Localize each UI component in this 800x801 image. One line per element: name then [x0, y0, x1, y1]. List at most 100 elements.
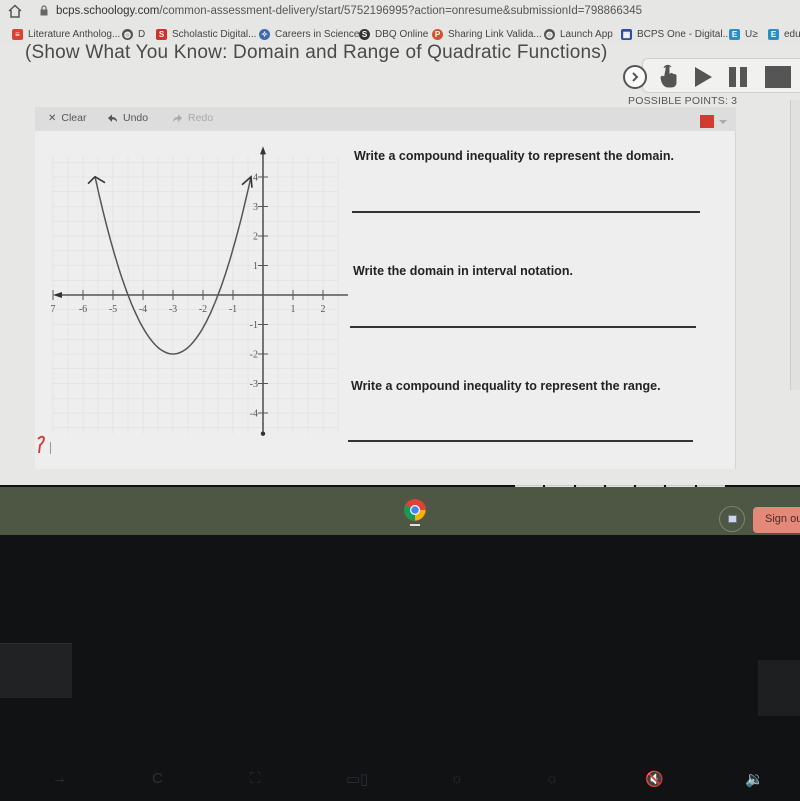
- bookmark-edu[interactable]: E edu: [768, 27, 800, 41]
- keyboard-key: [0, 643, 72, 698]
- lock-icon: [40, 5, 48, 16]
- text-cursor: [50, 442, 51, 454]
- bookmark-u[interactable]: E U≥: [729, 27, 758, 41]
- y-axis-end-point: [260, 431, 266, 436]
- bookmark-d[interactable]: ◍ D: [122, 27, 145, 41]
- chevron-right-icon: [632, 72, 639, 82]
- y-tick-label: -2: [250, 350, 258, 361]
- bookmark-scholastic[interactable]: S Scholastic Digital...: [156, 27, 256, 41]
- pause-icon[interactable]: [728, 67, 748, 87]
- toolbar-expand-button[interactable]: [623, 65, 647, 89]
- laptop-bezel: [0, 535, 800, 801]
- play-icon[interactable]: [693, 66, 713, 88]
- e-icon: E: [768, 28, 779, 40]
- bookmark-bcps-one[interactable]: ▦ BCPS One - Digital...: [621, 27, 731, 41]
- careers-icon: ✧: [259, 28, 270, 40]
- redo-icon: [173, 114, 182, 122]
- running-app-indicator: [410, 524, 420, 526]
- pen-color-swatch[interactable]: [700, 115, 714, 128]
- question-2-prompt: Write the domain in interval notation.: [353, 264, 573, 278]
- url-host: bcps.schoology.com: [56, 5, 160, 17]
- question-2-answer-line[interactable]: [350, 326, 696, 328]
- bookmark-label: Launch App: [560, 28, 613, 40]
- quadratic-graph: 7 -6 -5 -4 -3 -2 -1 1 2 -4 -3 -2 -1 1 2 3 4: [51, 146, 348, 436]
- screen: bcps.schoology.com/common-assessment-del…: [0, 0, 800, 801]
- bcps-icon: ▦: [621, 28, 632, 40]
- possible-points: POSSIBLE POINTS: 3: [628, 95, 738, 107]
- literature-icon: ≡: [12, 28, 23, 40]
- sign-out-button[interactable]: Sign out: [753, 507, 800, 533]
- y-tick-label: -1: [250, 320, 258, 331]
- bookmark-label: D: [138, 28, 146, 40]
- x-tick-label: 7: [51, 304, 56, 315]
- redo-button[interactable]: Redo: [172, 112, 213, 124]
- globe-icon: ◍: [544, 28, 555, 40]
- assessment-title: (Show What You Know: Domain and Range of…: [25, 42, 608, 63]
- undo-icon: [108, 114, 117, 122]
- refresh-key-icon: C: [152, 770, 163, 787]
- text-to-speech-toolbar: [642, 58, 800, 93]
- bookmark-label: U≥: [745, 28, 758, 40]
- undo-button[interactable]: Undo: [107, 112, 148, 124]
- x-tick-label: -4: [139, 304, 147, 315]
- stop-icon[interactable]: [765, 66, 791, 88]
- mute-key-icon: 🔇: [645, 771, 664, 788]
- status-tray-button[interactable]: [719, 506, 745, 532]
- chevron-down-icon[interactable]: [719, 120, 727, 124]
- keyboard-key: [758, 660, 800, 716]
- fullscreen-key-icon: ⛶: [250, 770, 261, 787]
- forward-key-icon: →: [52, 770, 67, 787]
- y-tick-label: -4: [250, 409, 258, 420]
- close-icon: ✕: [48, 112, 57, 124]
- pen-mark: [37, 435, 45, 454]
- x-tick-label: -6: [79, 304, 87, 315]
- brightness-up-key-icon: ☼: [545, 770, 559, 787]
- bookmark-sharing-link[interactable]: P Sharing Link Valida...: [432, 27, 542, 41]
- clear-label: Clear: [61, 112, 87, 124]
- volume-key-icon: 🔉: [745, 771, 764, 788]
- x-tick-label: -5: [109, 304, 117, 315]
- question-3-answer-line[interactable]: [348, 440, 693, 442]
- bookmark-label: Scholastic Digital...: [172, 28, 257, 40]
- bookmark-label: Sharing Link Valida...: [448, 28, 542, 40]
- x-tick-label: -1: [229, 304, 237, 315]
- bookmark-label: Careers in Science: [275, 28, 360, 40]
- pointer-hand-icon[interactable]: [659, 64, 679, 89]
- taskbar: [0, 487, 800, 535]
- question-3-prompt: Write a compound inequality to represent…: [351, 379, 661, 393]
- x-axis-arrow: [53, 292, 62, 298]
- x-tick-label: 1: [291, 304, 296, 315]
- bookmark-dbq-online[interactable]: S DBQ Online: [359, 27, 428, 41]
- question-1-answer-line[interactable]: [352, 211, 700, 213]
- bookmark-launch-app[interactable]: ◍ Launch App: [544, 27, 613, 41]
- bookmark-label: Literature Antholog...: [28, 28, 121, 40]
- url-field[interactable]: bcps.schoology.com/common-assessment-del…: [56, 5, 642, 17]
- chrome-icon[interactable]: [403, 498, 427, 522]
- drawing-toolbar: ✕ Clear Undo Redo: [35, 107, 736, 131]
- question-1-prompt: Write a compound inequality to represent…: [354, 149, 674, 163]
- url-path: /common-assessment-delivery/start/575219…: [159, 5, 642, 17]
- y-tick-label: 2: [253, 232, 258, 243]
- clear-button[interactable]: ✕ Clear: [48, 112, 86, 124]
- brightness-down-key-icon: ☼: [450, 770, 464, 787]
- bookmark-literature[interactable]: ≡ Literature Antholog...: [12, 27, 120, 41]
- address-bar[interactable]: bcps.schoology.com/common-assessment-del…: [0, 0, 800, 24]
- y-tick-label: 3: [253, 202, 258, 213]
- x-tick-label: 2: [321, 304, 326, 315]
- y-tick-label: -3: [250, 379, 258, 390]
- tray-icon: [727, 515, 737, 523]
- bookmark-label: DBQ Online: [375, 28, 429, 40]
- scholastic-icon: S: [156, 28, 167, 40]
- x-tick-label: -2: [199, 304, 207, 315]
- y-tick-label: 1: [253, 261, 258, 272]
- side-panel: [790, 100, 800, 390]
- bookmark-careers-in-science[interactable]: ✧ Careers in Science: [259, 27, 359, 41]
- bookmark-label: BCPS One - Digital...: [637, 28, 731, 40]
- x-tick-label: -3: [169, 304, 177, 315]
- undo-label: Undo: [123, 112, 149, 124]
- bookmark-label: edu: [784, 28, 800, 40]
- home-icon[interactable]: [7, 3, 23, 19]
- overview-key-icon: ▭▯: [346, 771, 369, 788]
- redo-label: Redo: [188, 112, 214, 124]
- powerpoint-icon: P: [432, 28, 443, 40]
